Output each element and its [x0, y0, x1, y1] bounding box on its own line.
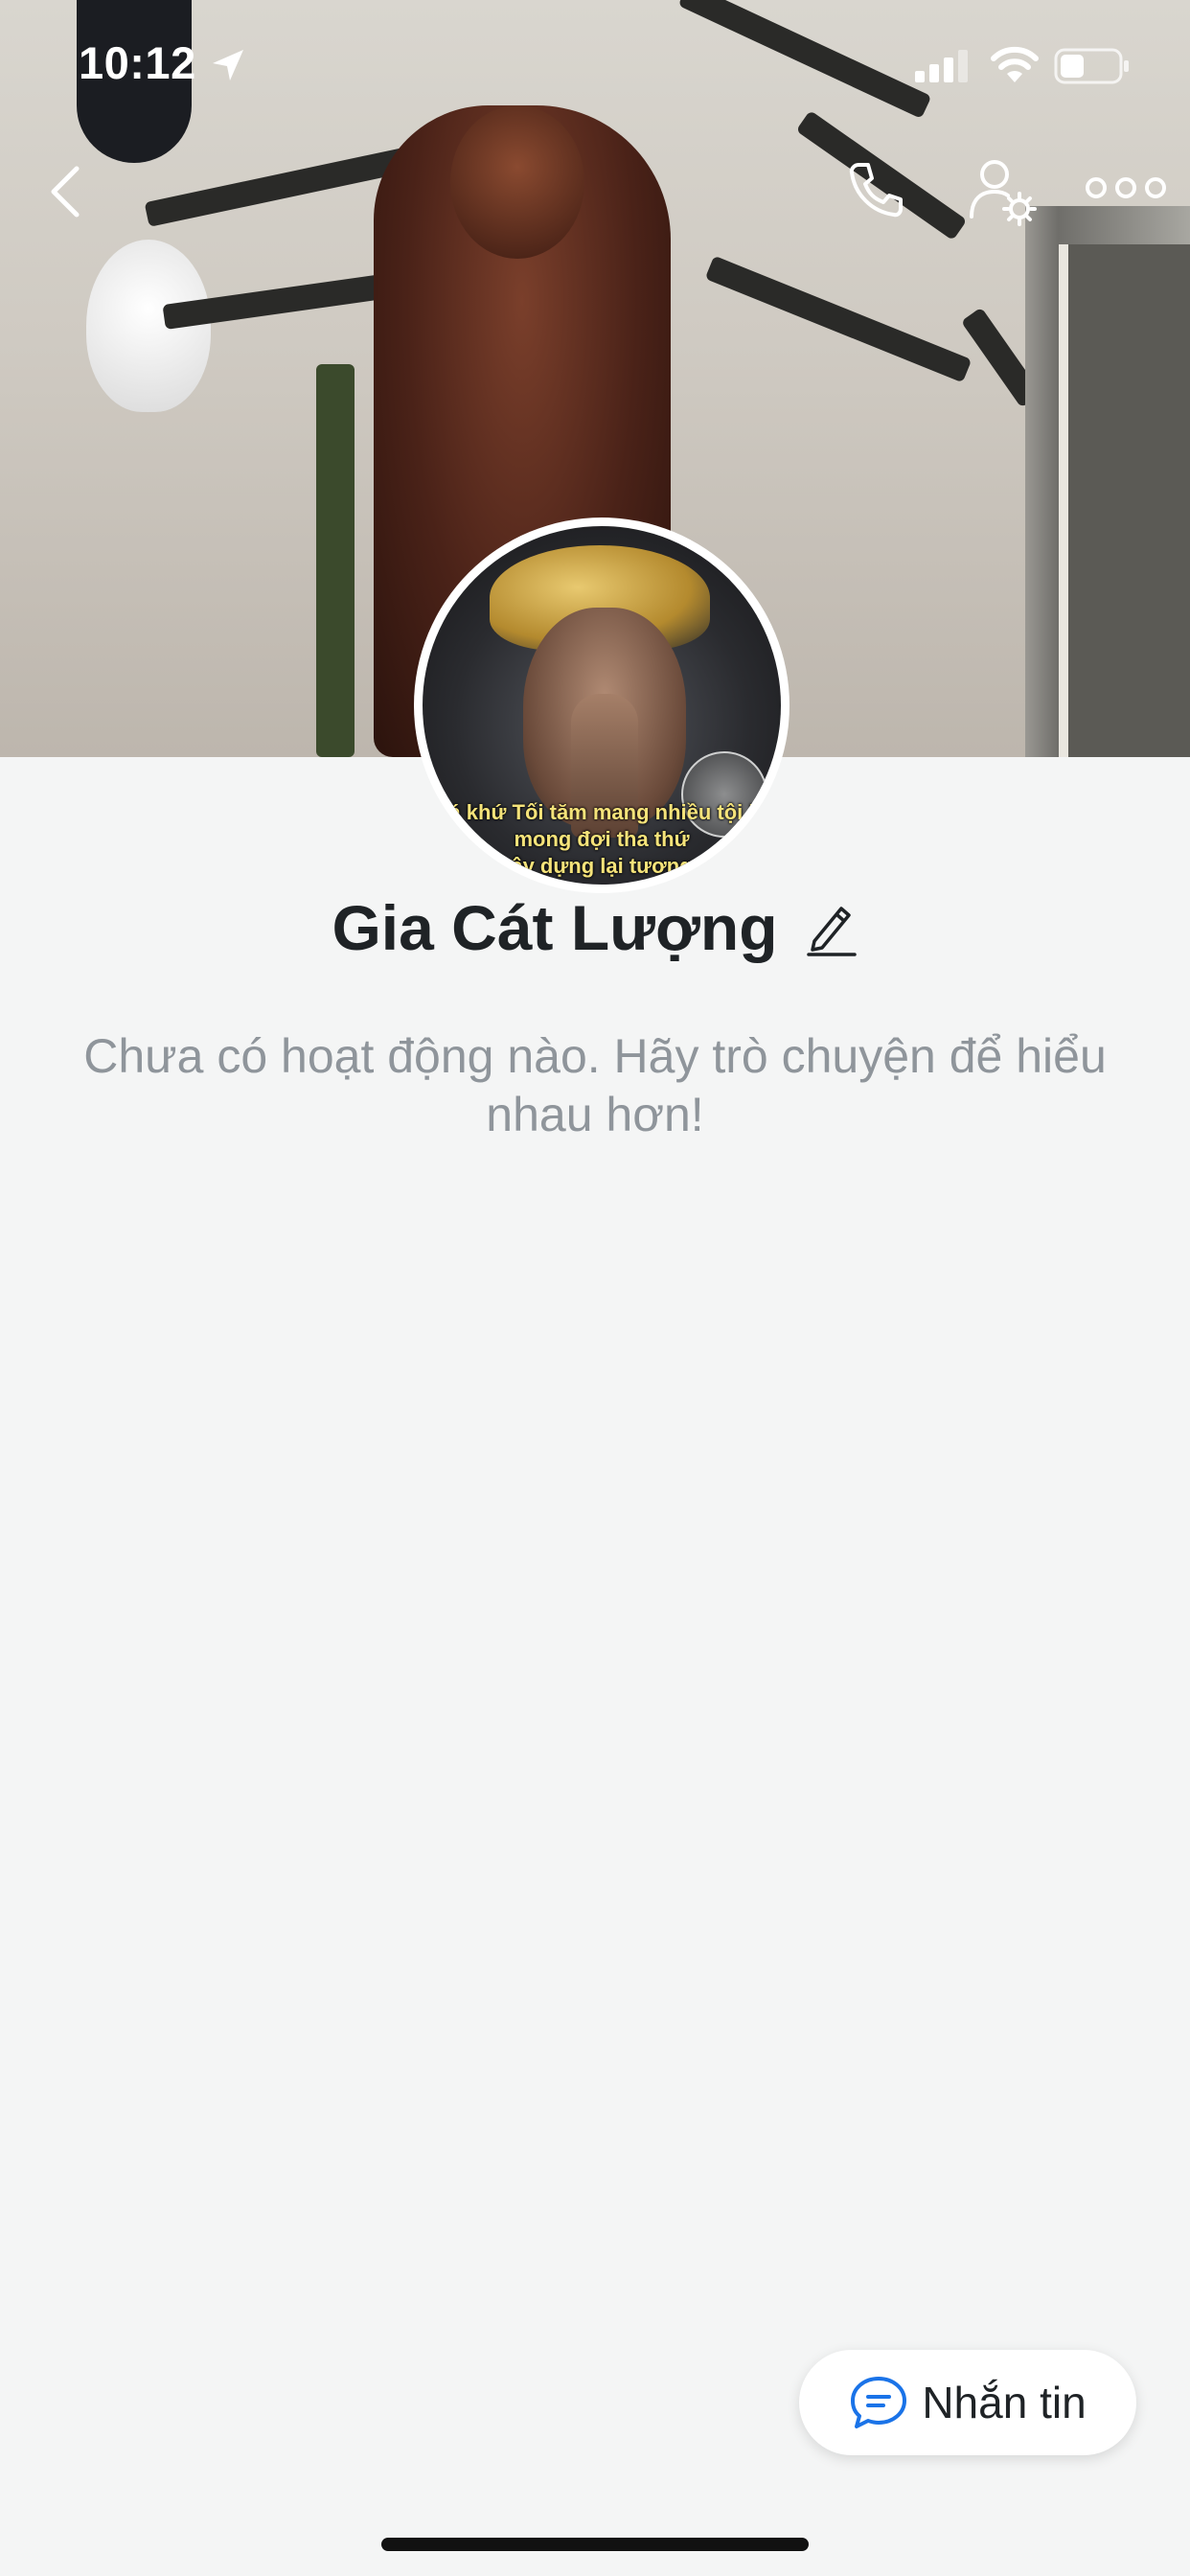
rifle-shape — [316, 364, 355, 757]
avatar-caption-line: á khứ Tối tăm mang nhiều tội l — [448, 800, 755, 824]
empty-activity-message: Chưa có hoạt động nào. Hãy trò chuyện để… — [83, 1029, 1107, 1141]
send-message-button[interactable]: Nhắn tin — [799, 2350, 1136, 2455]
door-frame — [1059, 244, 1190, 757]
chat-bubble-icon — [851, 2377, 907, 2428]
home-indicator[interactable] — [381, 2538, 809, 2551]
avatar-caption-line: ây dựng lại tương — [511, 854, 693, 878]
more-options-button[interactable] — [1085, 169, 1167, 207]
wifi-icon — [991, 46, 1039, 82]
more-horizontal-icon — [1086, 177, 1166, 198]
avatar-image: á khứ Tối tăm mang nhiều tội l mong đợi … — [423, 526, 781, 885]
profile-name-row: Gia Cát Lượng — [0, 891, 1190, 964]
back-button[interactable] — [36, 158, 94, 225]
battery-icon — [1054, 48, 1129, 84]
send-message-label: Nhắn tin — [922, 2378, 1087, 2427]
call-button[interactable] — [841, 155, 910, 224]
rifle-shape — [677, 0, 932, 119]
avatar[interactable]: á khứ Tối tăm mang nhiều tội l mong đợi … — [414, 518, 790, 893]
statue-head-shape — [450, 105, 584, 259]
cellular-signal-icon — [915, 50, 968, 82]
status-time: 10:12 — [79, 37, 196, 88]
profile-name: Gia Cát Lượng — [332, 892, 778, 963]
avatar-caption-line: mong đợi tha thứ — [514, 827, 690, 851]
phone-icon — [849, 163, 903, 218]
pencil-icon — [806, 907, 857, 956]
user-settings-icon — [970, 160, 1037, 226]
profile-settings-button[interactable] — [966, 155, 1041, 228]
location-arrow-icon — [213, 50, 243, 80]
edit-name-button[interactable] — [805, 899, 858, 956]
rifle-shape — [704, 255, 973, 383]
chevron-left-icon — [51, 166, 80, 218]
